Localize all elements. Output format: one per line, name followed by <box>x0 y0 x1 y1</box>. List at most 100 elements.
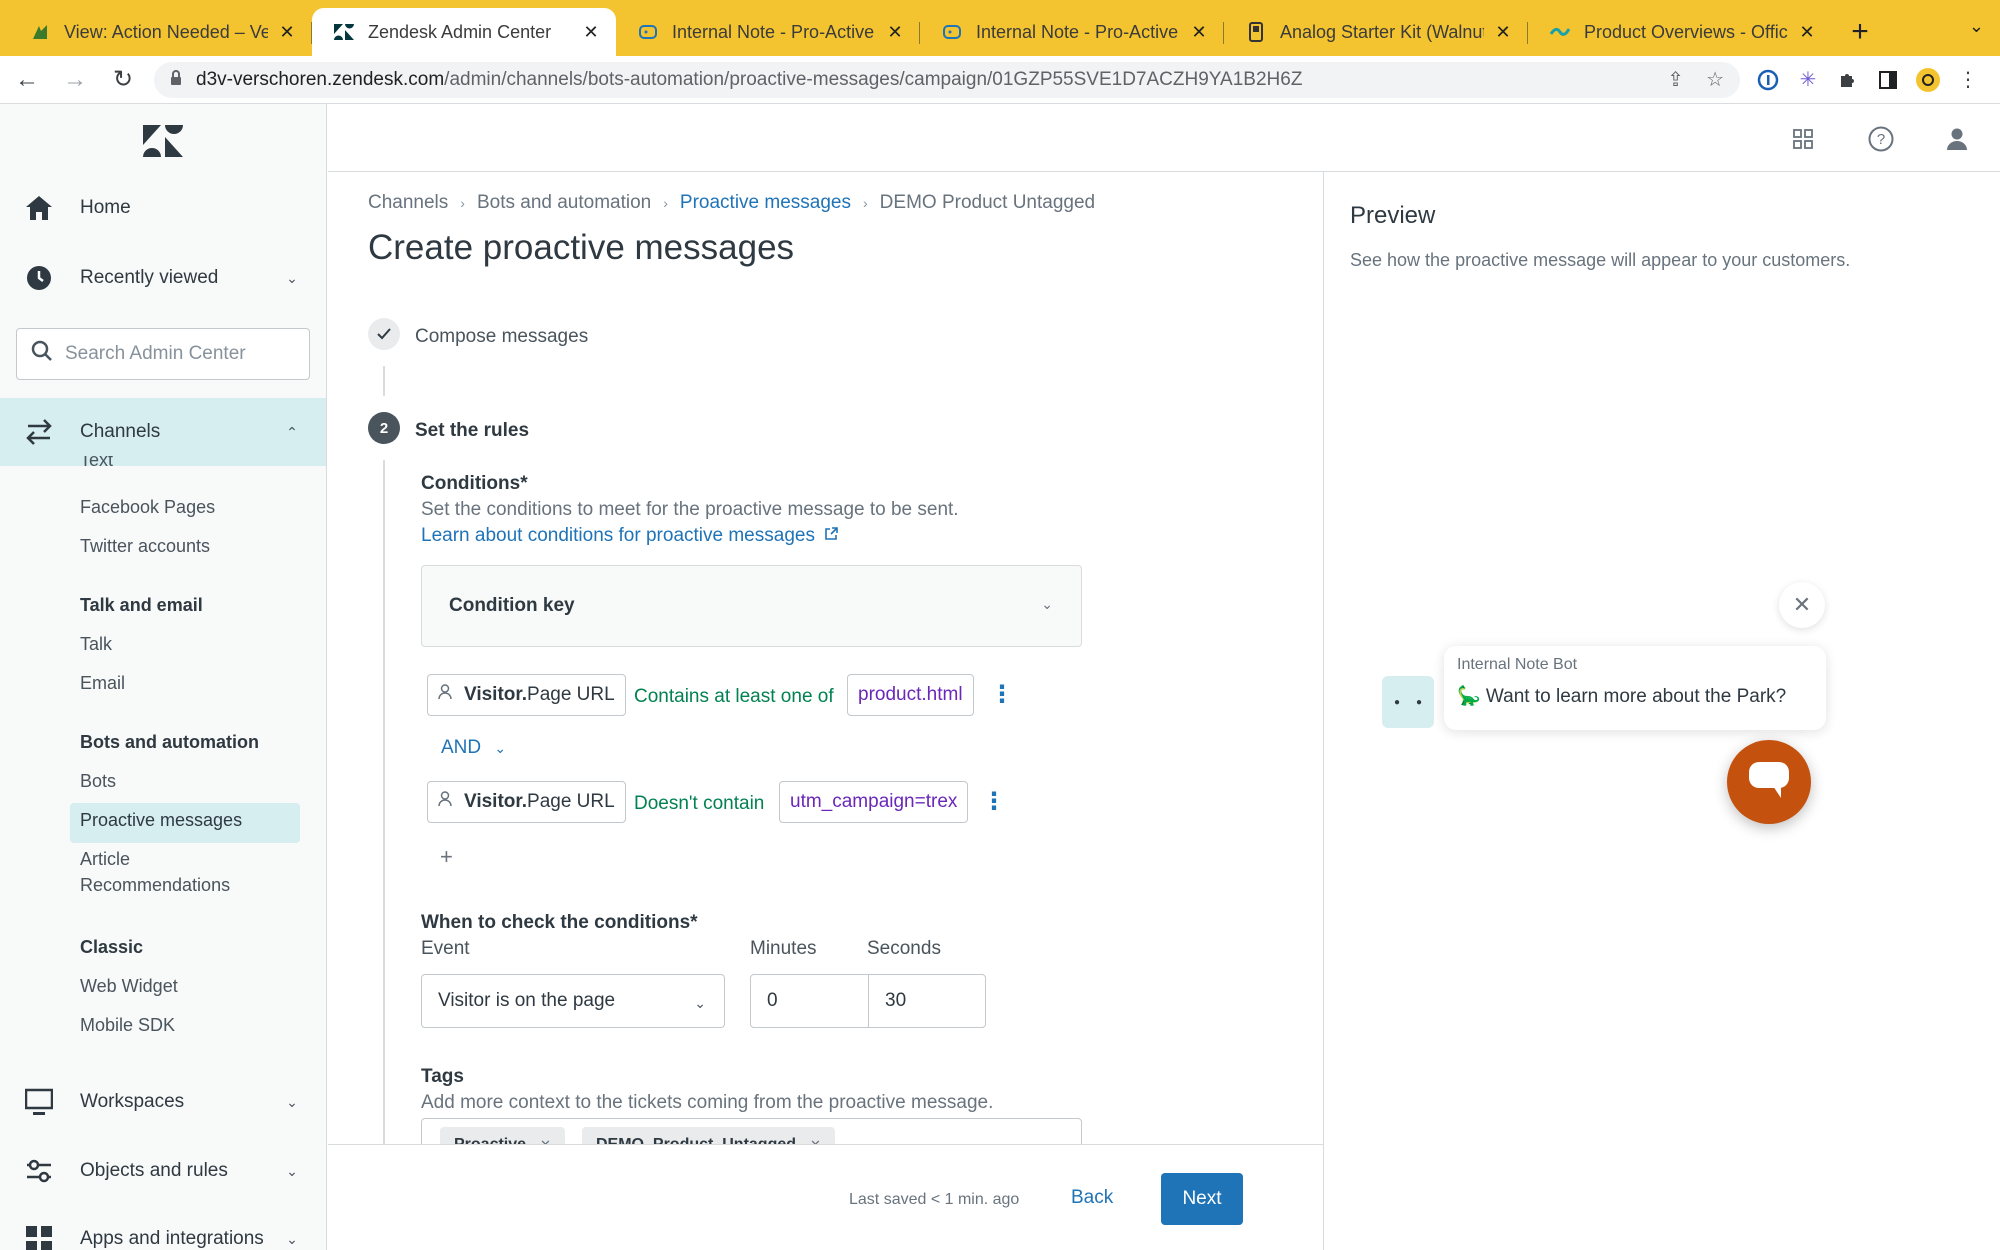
browser-tab[interactable]: Internal Note - Pro-Active Me ✕ <box>920 8 1224 56</box>
bot-eye-icon: ● <box>1416 696 1423 708</box>
condition-operator[interactable]: Doesn't contain <box>634 793 764 815</box>
bot-message: 🦕 Want to learn more about the Park? <box>1457 686 1787 707</box>
clock-icon <box>24 263 54 293</box>
subject-object: Visitor. <box>464 684 528 705</box>
nav-label: Channels <box>80 421 161 442</box>
chevron-down-icon: ⌄ <box>694 995 706 1011</box>
messenger-launcher-button[interactable] <box>1727 740 1811 824</box>
close-icon[interactable]: ✕ <box>580 22 602 43</box>
browser-tab-active[interactable]: Zendesk Admin Center ✕ <box>312 8 616 56</box>
kebab-menu-icon[interactable]: ⋮ <box>990 680 1014 709</box>
share-icon[interactable]: ⇪ <box>1667 67 1684 92</box>
nav-apps-integrations[interactable]: Apps and integrations ⌄ <box>0 1211 326 1250</box>
breadcrumb-channels[interactable]: Channels <box>368 192 448 214</box>
password-manager-icon[interactable] <box>1748 60 1788 100</box>
kebab-menu-icon[interactable]: ⋮ <box>982 787 1006 816</box>
sidebar-item-facebook[interactable]: Facebook Pages <box>80 497 215 518</box>
kebab-menu-icon[interactable]: ⋮ <box>1948 60 1988 100</box>
main-content: Channels › Bots and automation › Proacti… <box>328 172 1323 1144</box>
learn-conditions-link[interactable]: Learn about conditions for proactive mes… <box>421 525 839 547</box>
user-icon <box>438 684 452 706</box>
next-button[interactable]: Next <box>1161 1173 1243 1225</box>
close-icon[interactable]: ✕ <box>540 1137 551 1144</box>
close-icon[interactable]: ✕ <box>276 22 298 43</box>
extension-snowflake-icon[interactable]: ✳ <box>1788 60 1828 100</box>
sidebar-item-mobile-sdk[interactable]: Mobile SDK <box>80 1015 175 1036</box>
bot-avatar: ● ● <box>1382 676 1434 728</box>
product-tray-icon[interactable] <box>1788 124 1818 154</box>
browser-tab[interactable]: View: Action Needed – Versch ✕ <box>8 8 312 56</box>
profile-sun-icon[interactable] <box>1908 60 1948 100</box>
chevron-right-icon: › <box>663 195 668 211</box>
browser-tabbar: View: Action Needed – Versch ✕ Zendesk A… <box>0 0 2000 56</box>
nav-workspaces[interactable]: Workspaces ⌄ <box>0 1074 326 1130</box>
nav-label: Home <box>80 197 131 218</box>
condition-operator[interactable]: Contains at least one of <box>634 686 834 708</box>
proactive-message-bubble[interactable]: Internal Note Bot 🦕 Want to learn more a… <box>1444 646 1826 730</box>
close-icon[interactable]: ✕ <box>1492 22 1514 43</box>
search-input[interactable]: Search Admin Center <box>16 328 310 380</box>
channels-arrows-icon <box>24 417 54 447</box>
event-select[interactable]: Visitor is on the page ⌄ <box>421 974 725 1028</box>
and-operator-dropdown[interactable]: AND ⌄ <box>441 737 506 759</box>
add-condition-button[interactable]: + <box>440 844 453 870</box>
search-placeholder: Search Admin Center <box>65 343 246 364</box>
and-label: AND <box>441 737 482 758</box>
puzzle-icon[interactable] <box>1828 60 1868 100</box>
user-avatar-icon[interactable] <box>1942 124 1972 154</box>
nav-objects-rules[interactable]: Objects and rules ⌄ <box>0 1143 326 1199</box>
browser-tab[interactable]: Internal Note - Pro-Active Me ✕ <box>616 8 920 56</box>
sidebar-item-web-widget[interactable]: Web Widget <box>80 976 178 997</box>
breadcrumb-proactive-messages[interactable]: Proactive messages <box>680 192 851 214</box>
breadcrumb-bots-automation[interactable]: Bots and automation <box>477 192 651 214</box>
browser-tab[interactable]: Product Overviews - Official ✕ <box>1528 8 1832 56</box>
sidebar-item-proactive-messages[interactable]: Proactive messages <box>80 810 242 831</box>
app-root: View: Action Needed – Versch ✕ Zendesk A… <box>0 0 2000 1250</box>
reload-icon[interactable]: ↻ <box>102 59 144 101</box>
star-icon[interactable]: ☆ <box>1706 67 1724 92</box>
tab-title: Internal Note - Pro-Active Me <box>976 21 1180 42</box>
address-bar[interactable]: d3v-verschoren.zendesk.com/admin/channel… <box>154 61 1740 98</box>
close-icon[interactable]: ✕ <box>810 1137 821 1144</box>
sidebar-item-email[interactable]: Email <box>80 673 125 694</box>
chevron-down-icon: ⌄ <box>286 1230 298 1247</box>
tag-chip[interactable]: Proactive ✕ <box>440 1127 565 1144</box>
sidebar-item-article-recommendations[interactable]: Article Recommendations <box>80 849 230 896</box>
forward-arrow-icon[interactable]: → <box>54 59 96 101</box>
condition-subject-pill[interactable]: Visitor. Page URL <box>427 781 626 823</box>
nav-home[interactable]: Home <box>0 180 326 236</box>
close-icon[interactable]: ✕ <box>1188 22 1210 43</box>
sidebar-item-talk[interactable]: Talk <box>80 634 112 655</box>
back-arrow-icon[interactable]: ← <box>6 59 48 101</box>
sidebar-item-bots[interactable]: Bots <box>80 771 116 792</box>
condition-key-accordion[interactable]: Condition key ⌄ <box>421 565 1082 647</box>
sidebar-item-text[interactable]: Text <box>80 456 113 472</box>
nav-recently-viewed[interactable]: Recently viewed ⌄ <box>0 250 326 306</box>
sidebar-item-twitter[interactable]: Twitter accounts <box>80 536 210 557</box>
condition-subject-pill[interactable]: Visitor. Page URL <box>427 674 626 716</box>
side-panel-icon[interactable] <box>1868 60 1908 100</box>
subject-object: Visitor. <box>464 791 528 812</box>
zendesk-logo[interactable] <box>143 124 183 158</box>
condition-value[interactable]: product.html <box>847 674 974 716</box>
seconds-input[interactable]: 30 <box>868 974 986 1028</box>
condition-value[interactable]: utm_campaign=trex <box>779 781 969 823</box>
close-icon[interactable]: ✕ <box>1796 22 1818 43</box>
step-compose-messages[interactable]: Compose messages <box>415 326 588 348</box>
external-link-icon <box>820 525 839 546</box>
tag-chip[interactable]: DEMO_Product_Untagged ✕ <box>582 1127 835 1144</box>
back-button[interactable]: Back <box>1071 1187 1113 1209</box>
minutes-input[interactable]: 0 <box>750 974 869 1028</box>
svg-text:?: ? <box>1877 131 1885 148</box>
tab-title: Internal Note - Pro-Active Me <box>672 21 876 42</box>
nav-channels[interactable]: Channels ⌃ <box>0 398 326 466</box>
chevron-down-icon[interactable]: ⌄ <box>1969 16 1984 37</box>
close-icon[interactable]: ✕ <box>1779 582 1825 628</box>
sidebar-group-classic: Classic <box>80 937 144 957</box>
browser-tab[interactable]: Analog Starter Kit (Walnut) – ✕ <box>1224 8 1528 56</box>
tags-input[interactable]: Proactive ✕ DEMO_Product_Untagged ✕ <box>421 1118 1082 1144</box>
close-icon[interactable]: ✕ <box>884 22 906 43</box>
help-icon[interactable]: ? <box>1866 124 1896 154</box>
tab-title: Product Overviews - Official <box>1584 21 1788 42</box>
new-tab-button[interactable]: + <box>1840 8 1880 56</box>
